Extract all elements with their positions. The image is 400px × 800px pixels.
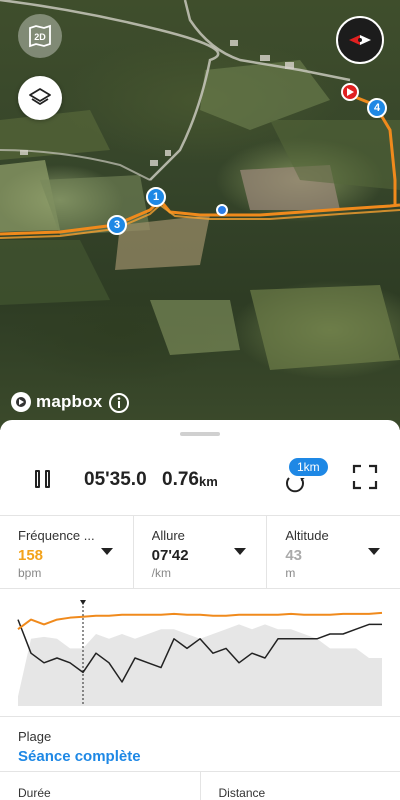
mapbox-wordmark: mapbox [36,392,103,411]
recording-controls: 05'35.0 0.76 km 1km [0,456,400,514]
mapbox-logo-icon [11,392,31,412]
metric-heart-rate[interactable]: Fréquence ... 158 bpm [0,516,134,588]
caret-down-icon [368,548,381,555]
layers-icon [29,88,51,105]
mapbox-logo: mapbox [10,391,102,413]
pause-icon [35,470,40,488]
metric-unit: /km [151,566,172,580]
metric-label: Allure [151,528,185,543]
svg-text:2D: 2D [34,32,46,42]
metric-unit: bpm [18,566,42,580]
compass-button[interactable] [336,16,384,64]
metric-label: Altitude [285,528,329,543]
range-value: Séance complète [18,748,141,765]
summary-row: Durée Distance [0,772,400,800]
view-2d-toggle[interactable]: 2D [18,14,62,58]
map-layers-button[interactable] [18,76,62,120]
km-marker-label: 3 [113,219,121,231]
workout-graph[interactable] [0,598,400,716]
pause-button[interactable] [32,468,56,492]
summary-duration: Durée [0,772,201,800]
metric-value: 158 [18,547,44,564]
km-marker-label: 1 [152,191,160,203]
distance-value: 0.76 [162,469,199,490]
current-position-icon [216,204,228,216]
workout-graph-svg [17,600,383,706]
metrics-row: Fréquence ... 158 bpm Allure 07'42 /km A… [0,515,400,589]
satellite-imagery [0,0,400,370]
fullscreen-icon[interactable] [352,464,378,490]
info-icon[interactable] [108,392,130,414]
graph-cursor-handle [80,600,86,605]
km-marker-4[interactable]: 4 [367,98,387,118]
pause-icon [45,470,50,488]
metric-unit: m [285,566,296,580]
map-view[interactable]: 1 3 4 2D mapbox [0,0,400,430]
km-marker-label: 4 [373,102,381,114]
range-selector[interactable]: Plage Séance complète [0,716,400,772]
metric-value: 43 [285,547,303,564]
compass-icon [349,35,371,45]
summary-distance: Distance [218,786,266,800]
metric-label: Fréquence ... [18,528,95,543]
map-2d-icon: 2D [29,24,51,48]
metric-altitude[interactable]: Altitude 43 m [267,516,400,588]
workout-sheet: 05'35.0 0.76 km 1km Fréquence ... 158 bp… [0,420,400,800]
distance-unit: km [199,474,218,489]
heart-rate-line [17,611,383,631]
metric-pace[interactable]: Allure 07'42 /km [134,516,268,588]
elapsed-time: 05'35.0 [84,469,147,490]
km-marker-3[interactable]: 3 [107,215,127,235]
sheet-drag-handle[interactable] [180,432,220,436]
km-marker-1[interactable]: 1 [146,187,166,207]
range-label: Plage [18,729,52,744]
start-marker-icon[interactable] [341,83,359,101]
lap-distance-badge[interactable]: 1km [287,456,330,478]
metric-value: 07'42 [151,547,189,564]
caret-down-icon [234,548,247,555]
caret-down-icon [100,548,113,555]
